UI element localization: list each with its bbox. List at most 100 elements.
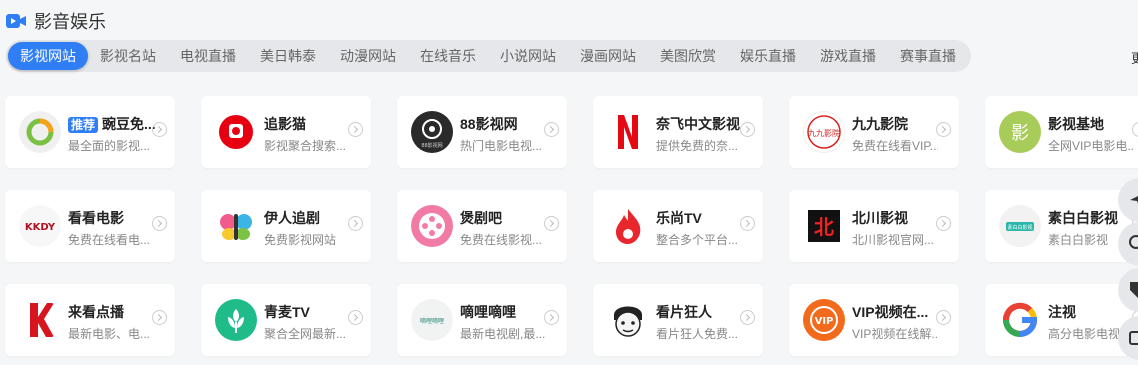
site-desc: 热门电影电视...	[460, 139, 543, 153]
site-name: 青麦TV	[264, 304, 310, 320]
site-card[interactable]: 北 北川影视 北川影视官网...	[789, 190, 959, 262]
site-card[interactable]: 素白白影视 素白白影视 素白白影视	[985, 190, 1138, 262]
zhuiyingmao-logo-icon	[215, 111, 257, 153]
site-name: 嘀哩嘀哩	[460, 304, 516, 320]
vip-logo-icon: VIP	[803, 299, 845, 341]
wandou-logo-icon	[19, 111, 61, 153]
chevron-right-icon	[544, 310, 559, 325]
88ys-logo-icon: 88影视网	[411, 111, 453, 153]
site-name: 乐尚TV	[656, 210, 702, 226]
chevron-right-icon	[936, 216, 951, 231]
site-desc: 素白白影视	[1048, 233, 1109, 247]
svg-text:VIP: VIP	[815, 316, 834, 327]
site-name: 素白白影视	[1048, 210, 1118, 226]
site-name: 豌豆免...	[102, 116, 156, 132]
svg-text:九九影院: 九九影院	[808, 128, 840, 138]
site-name: 来看点播	[68, 304, 124, 320]
site-desc: 免费在线看VIP...	[852, 139, 938, 153]
site-desc: VIP视频在线解...	[852, 327, 938, 341]
site-desc: 影视聚合搜索...	[264, 139, 347, 153]
site-card[interactable]: 来看点播 最新电影、电...	[5, 284, 175, 356]
box-icon	[1129, 331, 1138, 345]
section-title: 影音娱乐	[34, 12, 106, 32]
chevron-right-icon	[348, 310, 363, 325]
tab-美图欣赏[interactable]: 美图欣赏	[648, 42, 728, 70]
chevron-right-icon	[1132, 122, 1138, 137]
site-card[interactable]: 注视 高分电影电视...	[985, 284, 1138, 356]
tab-小说网站[interactable]: 小说网站	[488, 42, 568, 70]
chevron-right-icon	[152, 122, 167, 137]
site-desc: 免费在线影视...	[460, 233, 543, 247]
tab-漫画网站[interactable]: 漫画网站	[568, 42, 648, 70]
site-name: 九九影院	[852, 116, 908, 132]
more-link[interactable]: 更	[1131, 48, 1138, 67]
site-card[interactable]: 青麦TV 聚合全网最新...	[201, 284, 371, 356]
tab-电视直播[interactable]: 电视直播	[168, 42, 248, 70]
tab-娱乐直播[interactable]: 娱乐直播	[728, 42, 808, 70]
site-card[interactable]: VIP VIP视频在... VIP视频在线解...	[789, 284, 959, 356]
site-desc: 最新电影、电...	[68, 327, 151, 341]
site-name: 88影视网	[460, 116, 518, 132]
subaibai-logo-icon: 素白白影视	[999, 205, 1041, 247]
site-card[interactable]: 追影猫 影视聚合搜索...	[201, 96, 371, 168]
site-card[interactable]: 奈飞中文影视 提供免费的奈...	[593, 96, 763, 168]
flame-logo-icon	[607, 205, 649, 247]
svg-text:北: 北	[814, 215, 834, 239]
site-name: 追影猫	[264, 116, 306, 132]
video-camera-icon	[6, 14, 26, 28]
chevron-right-icon	[544, 122, 559, 137]
jiujiu-logo-icon: 九九影院	[803, 111, 845, 153]
netflix-logo-icon	[607, 111, 649, 153]
tab-赛事直播[interactable]: 赛事直播	[888, 42, 968, 70]
chevron-right-icon	[152, 216, 167, 231]
site-card[interactable]: 嘀哩嘀哩 嘀哩嘀哩 最新电视剧,最...	[397, 284, 567, 356]
tag-icon	[1130, 282, 1138, 298]
section-header: 影音娱乐	[6, 8, 106, 34]
chevron-right-icon	[740, 216, 755, 231]
chevron-right-icon	[348, 122, 363, 137]
chevron-right-icon	[152, 310, 167, 325]
page: 影音娱乐 更 影视网站 影视名站 电视直播 美日韩泰 动漫网站 在线音乐 小说网…	[0, 0, 1138, 365]
site-card[interactable]: 看片狂人 看片狂人免费...	[593, 284, 763, 356]
site-card[interactable]: KKDY 看看电影 免费在线看电...	[5, 190, 175, 262]
site-name: 伊人追剧	[264, 210, 320, 226]
film-reel-logo-icon	[411, 205, 453, 247]
site-desc: 免费影视网站	[264, 233, 337, 247]
dilidili-logo-icon: 嘀哩嘀哩	[411, 299, 453, 341]
tab-游戏直播[interactable]: 游戏直播	[808, 42, 888, 70]
svg-text:88影视网: 88影视网	[421, 142, 442, 149]
site-card[interactable]: 推荐 豌豆免... 最全面的影视...	[5, 96, 175, 168]
tab-影视网站[interactable]: 影视网站	[8, 42, 88, 70]
site-desc: 最新电视剧,最...	[460, 327, 546, 341]
site-name: VIP视频在...	[852, 304, 929, 320]
tab-动漫网站[interactable]: 动漫网站	[328, 42, 408, 70]
tab-影视名站[interactable]: 影视名站	[88, 42, 168, 70]
site-card[interactable]: 伊人追剧 免费影视网站	[201, 190, 371, 262]
site-card[interactable]: 乐尚TV 整合多个平台...	[593, 190, 763, 262]
site-card[interactable]: 影 影视基地 全网VIP电影电...	[985, 96, 1138, 168]
svg-text:嘀哩嘀哩: 嘀哩嘀哩	[420, 317, 444, 325]
recommend-badge: 推荐	[68, 117, 99, 133]
butterfly-logo-icon	[215, 205, 257, 247]
wheat-logo-icon	[215, 299, 257, 341]
tab-在线音乐[interactable]: 在线音乐	[408, 42, 488, 70]
site-desc: 最全面的影视...	[68, 139, 151, 153]
chevron-right-icon	[544, 216, 559, 231]
yingshijidi-logo-icon: 影	[999, 111, 1041, 153]
search-icon	[1129, 235, 1138, 249]
site-card[interactable]: 九九影院 九九影院 免费在线看VIP...	[789, 96, 959, 168]
svg-text:影: 影	[1011, 123, 1029, 144]
site-card[interactable]: 88影视网 88影视网 热门电影电视...	[397, 96, 567, 168]
cartoon-face-logo-icon	[607, 299, 649, 341]
site-name: 影视基地	[1048, 116, 1104, 132]
site-name: 煲剧吧	[460, 210, 502, 226]
site-desc: 看片狂人免费...	[656, 327, 739, 341]
site-desc: 免费在线看电...	[68, 233, 151, 247]
site-card[interactable]: 煲剧吧 免费在线影视...	[397, 190, 567, 262]
site-desc: 提供免费的奈...	[656, 139, 739, 153]
site-name: 北川影视	[852, 210, 908, 226]
chevron-right-icon	[936, 122, 951, 137]
tab-美日韩泰[interactable]: 美日韩泰	[248, 42, 328, 70]
chevron-right-icon	[348, 216, 363, 231]
category-tabs: 影视网站 影视名站 电视直播 美日韩泰 动漫网站 在线音乐 小说网站 漫画网站 …	[6, 40, 971, 72]
